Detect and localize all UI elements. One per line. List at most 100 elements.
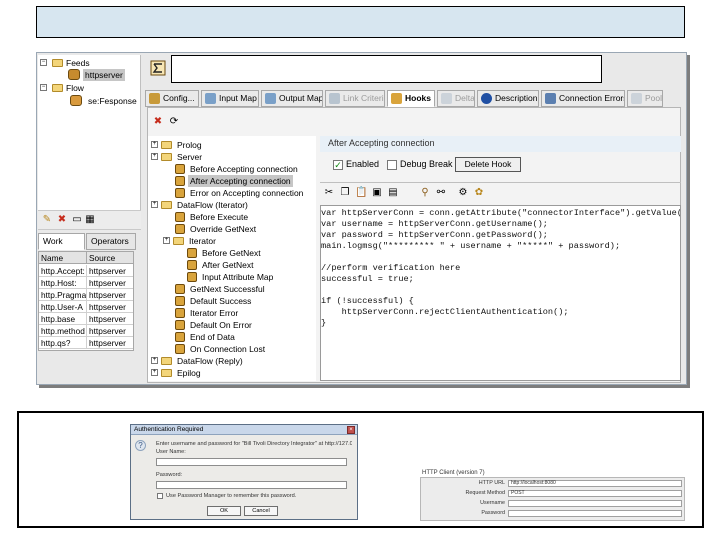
code-line: } (321, 318, 327, 328)
copy-icon[interactable]: ❐ (339, 187, 351, 199)
request-method-select[interactable]: POST (508, 490, 682, 497)
delete-icon[interactable]: ✖ (56, 214, 68, 226)
code-line: var username = httpServerConn.getUsernam… (321, 219, 548, 229)
table-cell: http.base (39, 313, 87, 325)
replace-icon[interactable]: ⚯ (435, 187, 447, 199)
table-cell: httpserver (89, 302, 126, 312)
connection-errors-icon (545, 93, 556, 104)
rename-icon[interactable]: ▭ (71, 214, 83, 226)
collapse-icon[interactable]: − (40, 84, 47, 91)
enabled-checkbox[interactable]: ✓ (333, 160, 343, 170)
info-icon (481, 93, 492, 104)
table-row[interactable]: http.Pragma httpserver (39, 289, 133, 301)
table-cell: http.Host: (39, 277, 87, 289)
hook-tree-label: Default Success (190, 296, 252, 306)
tab-connection-errors[interactable]: Connection Errors (541, 90, 625, 107)
tab-output-map[interactable]: Output Map (261, 90, 323, 107)
assembly-line-tree: − Feeds httpserver − Flow se:Fesponse (38, 55, 141, 210)
hook-icon (175, 344, 185, 354)
slide-title-band (36, 6, 685, 38)
tab-delta[interactable]: Delta (437, 90, 475, 107)
delete-hook-icon[interactable]: ✖ (152, 116, 164, 128)
password-input[interactable] (508, 510, 682, 517)
paste-icon[interactable]: 📋 (355, 187, 367, 199)
table-cell: httpserver (89, 290, 126, 300)
table-cell: httpserver (89, 314, 126, 324)
table-row[interactable]: http.method httpserver (39, 325, 133, 337)
username-input[interactable] (508, 500, 682, 507)
debug-break-label: Debug Break (400, 159, 453, 169)
ok-button[interactable]: OK (207, 506, 241, 516)
hook-icon (175, 296, 185, 306)
tab-hooks[interactable]: Hooks (387, 90, 435, 107)
script-editor[interactable]: var httpServerConn = conn.getAttribute("… (320, 205, 681, 381)
table-row[interactable]: http.Host: httpserver (39, 277, 133, 289)
expand-icon[interactable]: + (163, 237, 170, 244)
table-header: Name Source (39, 252, 133, 264)
hook-title: After Accepting connection (328, 138, 435, 148)
close-icon[interactable]: × (347, 426, 355, 434)
cut-icon[interactable]: ✂ (323, 187, 335, 199)
table-row[interactable]: http.qs? httpserver (39, 337, 133, 349)
expand-icon[interactable]: + (151, 141, 158, 148)
folder-icon (161, 369, 172, 377)
hooks-toolbar: ✖ ⟳ (152, 116, 192, 130)
expand-icon[interactable]: + (151, 201, 158, 208)
work-entry-table: Name Source http.Accept: httpserver http… (38, 251, 134, 351)
debug-break-checkbox[interactable] (387, 160, 397, 170)
open-icon[interactable]: ▤ (387, 187, 399, 199)
settings-icon[interactable]: ⚙ (457, 187, 469, 199)
tab-description[interactable]: Description (477, 90, 539, 107)
expand-icon[interactable]: + (151, 369, 158, 376)
input-map-icon (205, 93, 216, 104)
remember-checkbox[interactable] (157, 493, 163, 499)
table-row[interactable]: http.Accept: httpserver (39, 265, 133, 277)
tree-item-httpserver[interactable]: httpserver (58, 69, 126, 81)
tab-input-map[interactable]: Input Map (201, 90, 259, 107)
find-icon[interactable]: ⚲ (419, 187, 431, 199)
table-row[interactable]: http.base httpserver (39, 313, 133, 325)
column-header-name[interactable]: Name (39, 252, 87, 264)
collapse-icon[interactable]: − (40, 59, 47, 66)
tree-item-label: Flow (66, 83, 84, 93)
table-row[interactable]: http.User-A httpserver (39, 301, 133, 313)
output-map-icon (265, 93, 276, 104)
request-method-row: Request Method POST (420, 489, 685, 498)
password-field[interactable] (156, 481, 347, 489)
hook-tree-label: DataFlow (Iterator) (177, 200, 248, 210)
code-line: var httpServerConn = conn.getAttribute("… (321, 208, 680, 218)
add-attribute-icon[interactable]: ✎ (41, 214, 53, 226)
tab-work-entry[interactable]: Work Entry (38, 233, 85, 261)
cancel-button[interactable]: Cancel (244, 506, 278, 516)
script-wizard-icon[interactable]: ✿ (473, 187, 485, 199)
refresh-icon[interactable]: ⟳ (168, 116, 180, 128)
tab-label: Pool (645, 93, 663, 103)
code-line: main.logmsg("********* " + username + "*… (321, 241, 621, 251)
column-header-source[interactable]: Source (87, 252, 133, 264)
tab-label: Connection Errors (559, 93, 625, 103)
username-field[interactable] (156, 458, 347, 466)
properties-icon[interactable]: ▦ (84, 214, 96, 226)
folder-icon (173, 237, 184, 245)
hook-tree-label: Server (177, 152, 203, 162)
tab-pool[interactable]: Pool (627, 90, 663, 107)
hook-icon (187, 248, 197, 258)
expand-icon[interactable]: + (151, 357, 158, 364)
save-icon[interactable]: ▣ (371, 187, 383, 199)
hook-tree-label: Error on Accepting connection (190, 188, 304, 198)
tab-operators[interactable]: Operators (86, 233, 136, 250)
tab-config[interactable]: Config... (145, 90, 199, 107)
delete-hook-button[interactable]: Delete Hook (455, 157, 521, 172)
http-url-input[interactable]: http://localhost:8080 (508, 480, 682, 487)
field-label: Request Method (465, 490, 505, 496)
code-line: successful = true; (321, 274, 414, 284)
table-cell: http.method (39, 325, 87, 337)
table-cell: http.User-A (39, 301, 87, 313)
tab-link-criteria[interactable]: Link Criteria (325, 90, 385, 107)
connector-name-field[interactable] (171, 55, 602, 83)
expand-icon[interactable]: + (151, 153, 158, 160)
hook-icon (175, 164, 185, 174)
hooks-tree: + Prolog + Server Before Accepting connectio… (148, 136, 316, 381)
hook-icon (187, 260, 197, 270)
